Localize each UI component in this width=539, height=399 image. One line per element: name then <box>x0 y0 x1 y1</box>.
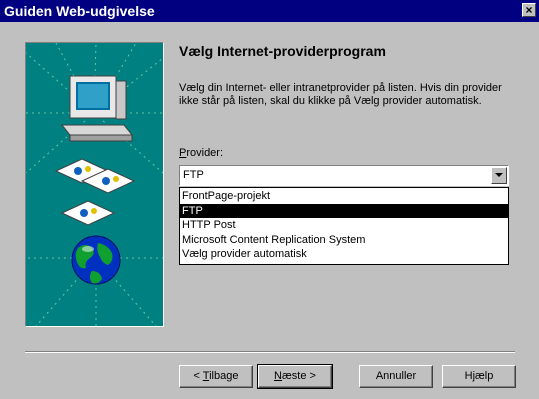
window-title: Guiden Web-udgivelse <box>4 3 155 19</box>
provider-dropdown-list: FrontPage-projekt FTP HTTP Post Microsof… <box>179 187 509 265</box>
page-title: Vælg Internet-providerprogram <box>179 43 386 59</box>
cancel-button[interactable]: Annuller <box>359 365 433 388</box>
wizard-art-icon <box>26 43 163 326</box>
provider-option-automatic[interactable]: Vælg provider automatisk <box>180 247 508 262</box>
back-button[interactable]: < Tilbage <box>179 365 253 388</box>
back-button-prefix: < <box>193 370 203 382</box>
help-button[interactable]: Hjælp <box>442 365 516 388</box>
provider-select-value: FTP <box>183 169 204 181</box>
title-bar: Guiden Web-udgivelse × <box>0 0 539 22</box>
close-button[interactable]: × <box>522 3 536 17</box>
next-button-rest: æste > <box>282 370 316 382</box>
button-separator <box>25 351 515 353</box>
wizard-window: Guiden Web-udgivelse × Vælg Internet-pro… <box>0 0 539 399</box>
help-button-label: Hjælp <box>464 370 494 382</box>
provider-option-frontpage[interactable]: FrontPage-projekt <box>180 189 508 204</box>
close-icon: × <box>525 3 533 17</box>
provider-select[interactable]: FTP <box>179 165 509 186</box>
provider-label-rest: rovider: <box>186 147 224 159</box>
next-button-mnemonic: N <box>274 370 282 382</box>
provider-option-mcrs[interactable]: Microsoft Content Replication System <box>180 233 508 248</box>
chevron-down-icon[interactable] <box>491 167 507 184</box>
page-description: Vælg din Internet- eller intranetprovide… <box>179 82 502 107</box>
provider-option-http-post[interactable]: HTTP Post <box>180 218 508 233</box>
next-button[interactable]: Næste > <box>257 364 333 389</box>
back-button-rest: ilbage <box>209 370 239 382</box>
cancel-button-label: Annuller <box>375 370 417 382</box>
provider-option-ftp[interactable]: FTP <box>180 203 508 218</box>
provider-label: Provider: <box>179 147 223 160</box>
wizard-illustration <box>25 42 164 327</box>
